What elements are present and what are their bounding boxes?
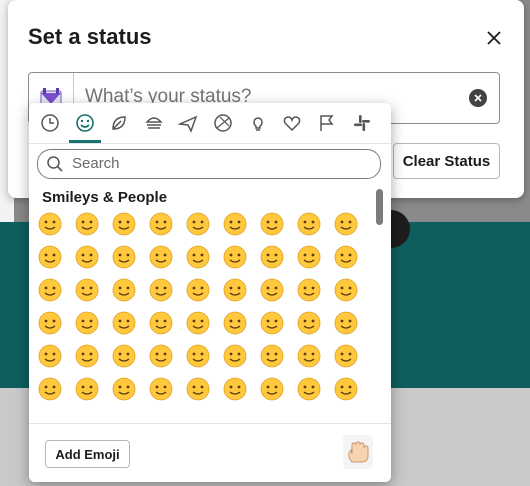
emoji-kiss-smile-icon[interactable]: [259, 211, 289, 241]
emoji-weary-icon[interactable]: [222, 376, 252, 406]
emoji-squint-tongue-icon[interactable]: [148, 310, 178, 340]
emoji-sleepy-icon[interactable]: [259, 277, 289, 307]
emoji-zipper-icon[interactable]: [185, 277, 215, 307]
heart-icon: [283, 116, 301, 132]
emoji-scrollbar[interactable]: [376, 189, 383, 225]
emoji-tongue-icon[interactable]: [74, 310, 104, 340]
section-title: Smileys & People: [42, 189, 168, 206]
tab-food[interactable]: [141, 110, 167, 136]
emoji-smile-icon[interactable]: [74, 211, 104, 241]
close-icon: [487, 31, 501, 45]
emoji-pensive-icon[interactable]: [296, 310, 326, 340]
emoji-unamused-icon[interactable]: [222, 310, 252, 340]
tab-symbols[interactable]: [279, 110, 305, 136]
emoji-fearful-icon[interactable]: [185, 376, 215, 406]
leaf-icon: [112, 116, 126, 130]
emoji-disappointed-icon[interactable]: [259, 343, 289, 373]
tab-custom[interactable]: [349, 110, 375, 136]
clock-icon: [41, 114, 59, 132]
emoji-cry-icon[interactable]: [37, 376, 67, 406]
tab-flags[interactable]: [314, 110, 340, 136]
emoji-search-input[interactable]: [70, 154, 374, 173]
add-emoji-button[interactable]: Add Emoji: [45, 440, 130, 468]
slack-icon: [354, 115, 370, 131]
emoji-kiss-closed-icon[interactable]: [296, 211, 326, 241]
emoji-sob-icon[interactable]: [74, 376, 104, 406]
emoji-expressionless-icon[interactable]: [259, 244, 289, 274]
emoji-search-box: [37, 149, 381, 179]
clear-icon: [474, 94, 482, 102]
active-tab-indicator: [69, 140, 101, 143]
emoji-frown-icon[interactable]: [148, 343, 178, 373]
emoji-slight-frown-icon[interactable]: [185, 343, 215, 373]
emoji-sleeping-icon[interactable]: [333, 277, 363, 307]
lightbulb-icon: [253, 117, 263, 131]
emoji-upside-down-icon[interactable]: [37, 343, 67, 373]
emoji-grimace-icon[interactable]: [296, 376, 326, 406]
ball-icon: [214, 114, 232, 132]
tab-nature[interactable]: [106, 110, 132, 136]
tab-activities[interactable]: [210, 110, 236, 136]
emoji-thinking-icon[interactable]: [148, 244, 178, 274]
search-icon: [47, 156, 63, 172]
emoji-disappointed-relieved-icon[interactable]: [111, 277, 141, 307]
tab-frequently-used[interactable]: [37, 110, 63, 136]
emoji-frown-open-icon[interactable]: [111, 376, 141, 406]
emoji-kiss-icon[interactable]: [185, 211, 215, 241]
clear-input-button[interactable]: [469, 89, 487, 107]
raised-hand-icon: [348, 441, 369, 463]
smiley-icon: [76, 114, 94, 132]
emoji-star-struck-icon[interactable]: [111, 244, 141, 274]
clear-status-button[interactable]: Clear Status: [393, 143, 500, 179]
emoji-triumph-icon[interactable]: [333, 343, 363, 373]
emoji-relaxed-icon[interactable]: [333, 211, 363, 241]
emoji-hushed-icon[interactable]: [222, 277, 252, 307]
tab-travel[interactable]: [175, 110, 201, 136]
emoji-eye-roll-icon[interactable]: [333, 244, 363, 274]
emoji-drool-icon[interactable]: [185, 310, 215, 340]
emoji-confounded-icon[interactable]: [222, 343, 252, 373]
emoji-cold-sweat-icon[interactable]: [333, 376, 363, 406]
emoji-smirk-icon[interactable]: [37, 277, 67, 307]
tab-objects[interactable]: [245, 110, 271, 136]
emoji-blush-icon[interactable]: [37, 211, 67, 241]
emoji-heart-eyes-icon[interactable]: [148, 211, 178, 241]
emoji-kissing-icon[interactable]: [222, 211, 252, 241]
plane-icon: [178, 115, 198, 133]
emoji-raised-brow-icon[interactable]: [185, 244, 215, 274]
emoji-anguished-icon[interactable]: [148, 376, 178, 406]
emoji-picker: Smileys & People Add Emoji: [29, 103, 391, 482]
emoji-exploding-icon[interactable]: [259, 376, 289, 406]
emoji-worried-icon[interactable]: [296, 343, 326, 373]
emoji-wink-tongue-icon[interactable]: [111, 310, 141, 340]
emoji-hug-icon[interactable]: [74, 244, 104, 274]
emoji-sweat-icon[interactable]: [259, 310, 289, 340]
emoji-no-mouth-icon[interactable]: [296, 244, 326, 274]
emoji-money-icon[interactable]: [74, 343, 104, 373]
flag-icon: [320, 115, 334, 131]
modal-title: Set a status: [28, 24, 152, 49]
skin-tone-button[interactable]: [343, 435, 373, 469]
burger-icon: [145, 117, 163, 129]
emoji-relieved-icon[interactable]: [37, 310, 67, 340]
picker-footer: Add Emoji: [29, 423, 391, 482]
emoji-astonished-icon[interactable]: [111, 343, 141, 373]
tab-smileys[interactable]: [72, 110, 98, 136]
emoji-neutral-icon[interactable]: [222, 244, 252, 274]
emoji-tired-icon[interactable]: [296, 277, 326, 307]
emoji-category-tabs: [29, 103, 391, 144]
close-button[interactable]: [482, 26, 506, 50]
emoji-persevere-icon[interactable]: [74, 277, 104, 307]
emoji-open-mouth-icon[interactable]: [148, 277, 178, 307]
emoji-sunglasses-icon[interactable]: [111, 211, 141, 241]
emoji-slight-smile-icon[interactable]: [37, 244, 67, 274]
emoji-confused-icon[interactable]: [333, 310, 363, 340]
